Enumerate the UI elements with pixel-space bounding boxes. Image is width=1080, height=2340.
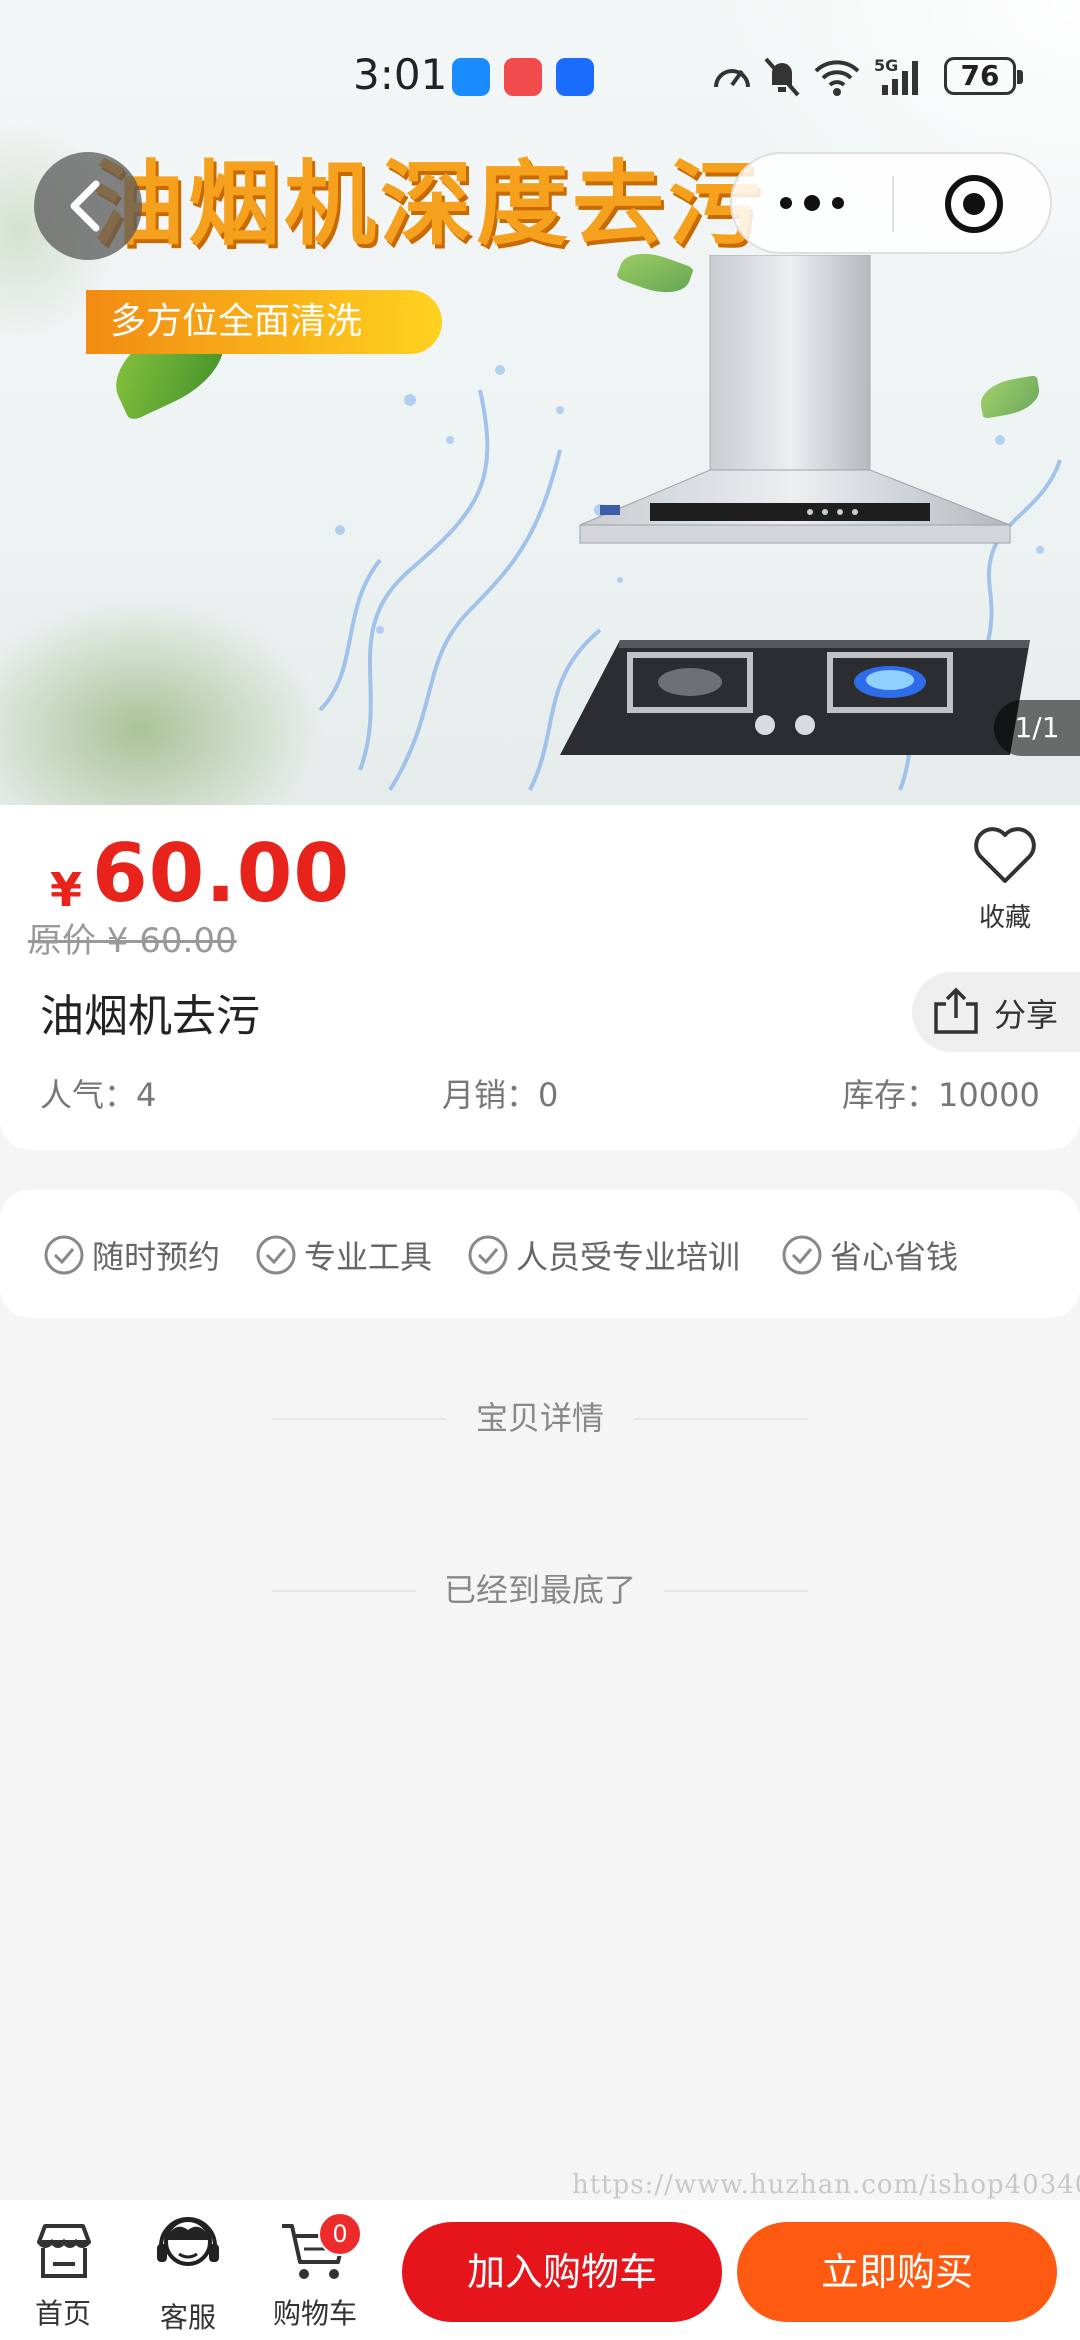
banner-subtitle: 多方位全面清洗 — [86, 290, 442, 354]
search-app-icon — [452, 58, 490, 96]
share-label: 分享 — [994, 996, 1059, 1034]
details-divider: 宝贝详情 — [0, 1393, 1080, 1443]
image-pager: 1/1 — [994, 700, 1080, 756]
price-currency: ¥ — [50, 863, 83, 917]
favorite-label: 收藏 — [978, 903, 1031, 933]
tab-cart-label: 购物车 — [272, 2297, 357, 2330]
service-label: 专业工具 — [304, 1238, 433, 1276]
product-info-card: ¥ 60.00 原价 ¥ 60.00 收藏 油烟机去污 分享 人气：4 月销：0… — [0, 805, 1080, 1150]
watermark-text: https://www.huzhan.com/ishop40340 — [572, 2170, 1080, 2200]
service-item: 专业工具 — [254, 1230, 432, 1280]
service-item: 人员受专业培训 — [466, 1230, 740, 1280]
end-divider: 已经到最底了 — [0, 1565, 1080, 1615]
original-price: 原价 ¥ 60.00 — [28, 921, 237, 961]
gas-stove-image — [560, 640, 1030, 755]
service-label: 人员受专业培训 — [516, 1238, 741, 1276]
product-name: 油烟机去污 — [40, 991, 260, 1042]
wifi-icon — [814, 60, 860, 96]
back-button[interactable] — [34, 152, 142, 260]
share-icon — [934, 987, 978, 1034]
service-guarantees: 随时预约 专业工具 人员受专业培训 省心省钱 — [0, 1190, 1080, 1318]
background-plant — [0, 600, 320, 805]
more-dots-icon[interactable] — [772, 178, 852, 228]
share-button[interactable]: 分享 — [912, 972, 1080, 1052]
notes-app-icon — [504, 58, 542, 96]
service-label: 省心省钱 — [830, 1238, 959, 1276]
tab-home-label: 首页 — [34, 2297, 91, 2330]
service-label: 随时预约 — [92, 1238, 221, 1276]
battery-indicator: 76 — [944, 57, 1023, 95]
mute-bell-icon — [764, 57, 800, 97]
stock-stat: 库存：10000 — [842, 1076, 1040, 1114]
check-circle-icon — [44, 1235, 84, 1275]
end-divider-text: 已经到最底了 — [443, 1571, 636, 1609]
capsule-separator — [892, 176, 894, 232]
status-bar: 3:01 5G 76 — [0, 0, 1080, 160]
tab-home[interactable]: 首页 — [8, 2200, 118, 2340]
service-item: 随时预约 — [42, 1230, 220, 1280]
check-circle-icon — [256, 1235, 296, 1275]
store-icon — [37, 2224, 91, 2278]
miniprogram-capsule — [730, 152, 1052, 254]
tips-app-icon — [556, 58, 594, 96]
back-chevron-icon — [70, 180, 100, 232]
buy-now-button[interactable]: 立即购买 — [737, 2222, 1057, 2322]
signal-5g-icon: 5G — [874, 56, 918, 95]
product-price: 60.00 — [92, 827, 351, 920]
popularity-stat: 人气：4 — [40, 1076, 157, 1114]
status-time: 3:01 — [353, 50, 448, 99]
add-to-cart-button[interactable]: 加入购物车 — [402, 2222, 722, 2322]
headset-service-icon — [157, 2217, 219, 2266]
close-target-icon[interactable] — [942, 172, 1006, 236]
product-stats: 人气：4 月销：0 库存：10000 — [40, 1070, 1040, 1120]
cart-count-badge: 0 — [318, 2212, 362, 2256]
tab-customer-service-label: 客服 — [159, 2301, 216, 2334]
monthly-sales-stat: 月销：0 — [442, 1076, 559, 1114]
check-circle-icon — [782, 1235, 822, 1275]
favorite-button[interactable]: 收藏 — [960, 825, 1050, 933]
range-hood-image — [579, 255, 1011, 544]
check-circle-icon — [468, 1235, 508, 1275]
details-divider-text: 宝贝详情 — [475, 1399, 604, 1437]
network-type-text: 5G — [874, 56, 898, 75]
service-item: 省心省钱 — [780, 1230, 958, 1280]
speedometer-icon — [714, 69, 750, 88]
tab-customer-service[interactable]: 客服 — [133, 2200, 243, 2340]
heart-icon — [974, 827, 1036, 883]
bottom-action-bar: 首页 客服 购物车 0 加入购物车 立即购买 — [0, 2200, 1080, 2340]
